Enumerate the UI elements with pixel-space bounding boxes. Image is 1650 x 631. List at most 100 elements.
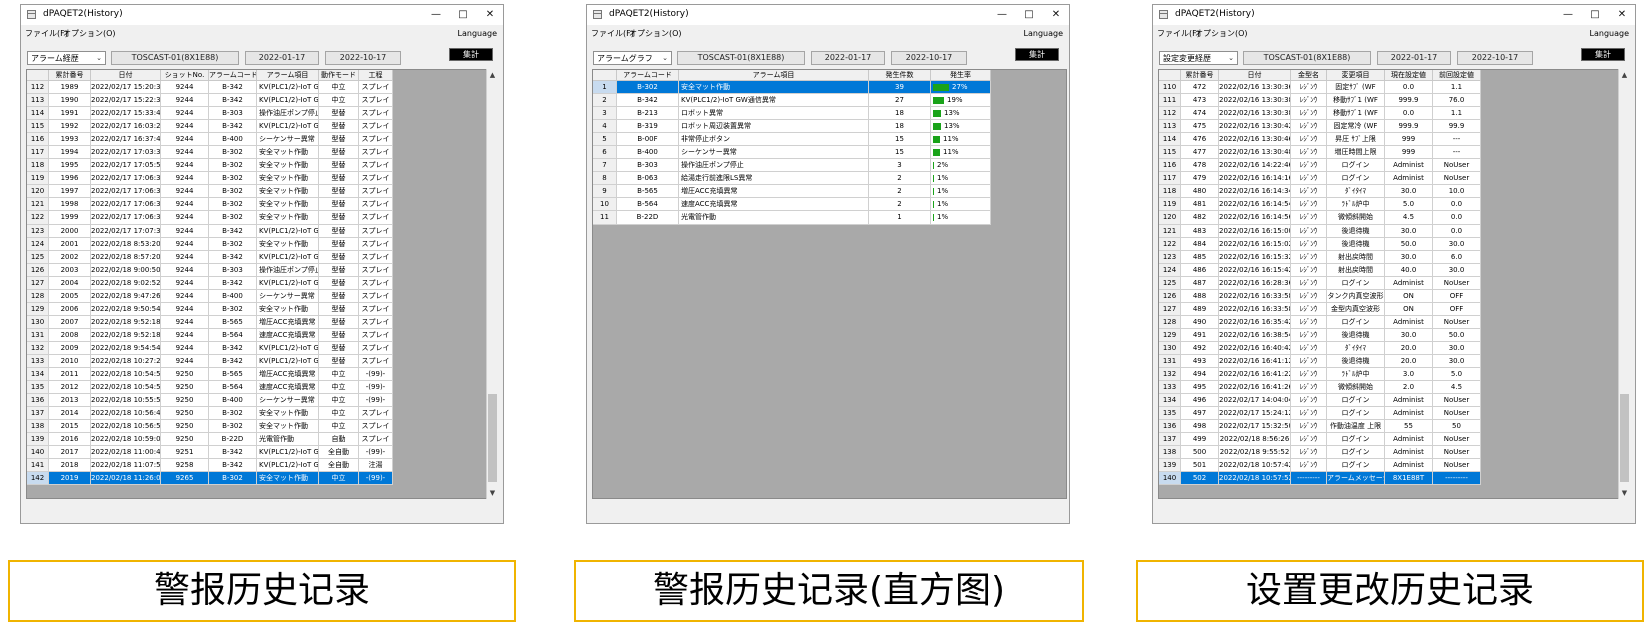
- table-row[interactable]: 116 478 2022/02/16 14:22:46 ﾚｼﾞﾝｳ ログイン Admini…: [1159, 159, 1623, 173]
- table-row[interactable]: 113 1990 2022/02/17 15:22:32 9244 B-342 KV(PL…: [27, 94, 491, 108]
- table-row[interactable]: 123 485 2022/02/16 16:15:32 ﾚｼﾞﾝｳ 射出戻時間 30.0 6…: [1159, 250, 1623, 264]
- selected-table-row[interactable]: 140 502 2022/02/18 10:57:52 --------- アラームメッ…: [1159, 472, 1623, 486]
- table-row[interactable]: 116 1993 2022/02/17 16:37:40 9244 B-400 シーケンサ…: [27, 133, 491, 147]
- table-row[interactable]: 127 2004 2022/02/18 9:02:52 9244 B-342 KV(PLC…: [27, 276, 491, 290]
- selected-table-row[interactable]: 142 2019 2022/02/18 11:26:06 9265 B-302 安全マット…: [27, 472, 491, 486]
- menu-options[interactable]: オプション(O): [629, 28, 682, 39]
- column-header[interactable]: 前回設定値: [1433, 70, 1481, 81]
- settings-history-table[interactable]: 累計番号 日付 金型名 変更項目 現在設定値 前回設定値 110 472 2022/02/16 …: [1158, 69, 1624, 499]
- table-row[interactable]: 134 2011 2022/02/18 10:54:56 9250 B-565 増圧ACC…: [27, 368, 491, 382]
- table-row[interactable]: 121 1998 2022/02/17 17:06:34 9244 B-302 安全マット…: [27, 198, 491, 212]
- column-header[interactable]: 現在設定値: [1385, 70, 1433, 81]
- table-row[interactable]: 117 479 2022/02/16 16:14:16 ﾚｼﾞﾝｳ ログイン Admini…: [1159, 172, 1623, 186]
- minimize-icon[interactable]: —: [991, 6, 1013, 24]
- view-mode-select[interactable]: 設定変更経歴 ⌄: [1159, 51, 1238, 65]
- table-row[interactable]: 134 496 2022/02/17 14:04:04 ﾚｼﾞﾝｳ ログイン Admini…: [1159, 394, 1623, 408]
- table-row[interactable]: 113 475 2022/02/16 13:30:42 ﾚｼﾞﾝｳ 固定常冷 (WF 99…: [1159, 120, 1623, 134]
- maximize-icon[interactable]: □: [1584, 6, 1606, 24]
- table-row[interactable]: 130 492 2022/02/16 16:40:42 ﾚｼﾞﾝｳ ﾀﾞｲﾀｲﾏ 20.0…: [1159, 341, 1623, 355]
- table-row[interactable]: 111 473 2022/02/16 13:30:38 ﾚｼﾞﾝｳ 移動ｻﾌﾞ1 (WF…: [1159, 94, 1623, 108]
- table-row[interactable]: 131 493 2022/02/16 16:41:12 ﾚｼﾞﾝｳ 後退待機 20.0 30…: [1159, 354, 1623, 369]
- menu-options[interactable]: オプション(O): [1195, 28, 1248, 39]
- table-row[interactable]: 7 B-303 操作油圧ポンプ停止 3 2%: [593, 159, 1066, 173]
- table-row[interactable]: 135 2012 2022/02/18 10:54:58 9250 B-564 速度ACC…: [27, 381, 491, 395]
- column-header[interactable]: 工程: [359, 70, 393, 81]
- table-row[interactable]: 119 1996 2022/02/17 17:06:32 9244 B-302 安全マット…: [27, 172, 491, 186]
- table-row[interactable]: 121 483 2022/02/16 16:15:00 ﾚｼﾞﾝｳ 後退待機 30.0 0.…: [1159, 224, 1623, 238]
- close-icon[interactable]: ✕: [1611, 6, 1633, 24]
- column-header[interactable]: [593, 70, 617, 81]
- column-header[interactable]: アラーム項目: [257, 70, 319, 81]
- column-header[interactable]: 発生率: [931, 70, 991, 81]
- summary-button[interactable]: 集計: [449, 48, 493, 61]
- table-row[interactable]: 137 2014 2022/02/18 10:56:40 9250 B-302 安全マット…: [27, 407, 491, 421]
- table-row[interactable]: 139 501 2022/02/18 10:57:42 ﾚｼﾞﾝｳ ログイン Admini…: [1159, 459, 1623, 473]
- column-header[interactable]: 日付: [91, 70, 161, 81]
- table-row[interactable]: 112 1989 2022/02/17 15:20:38 9244 B-342 KV(PL…: [27, 81, 491, 95]
- table-row[interactable]: 11 B-22D 光電管作動 1 1%: [593, 211, 1066, 225]
- table-row[interactable]: 118 480 2022/02/16 16:14:34 ﾚｼﾞﾝｳ ﾀﾞｲﾀｲﾏ 30.0…: [1159, 185, 1623, 199]
- table-row[interactable]: 138 2015 2022/02/18 10:56:52 9250 B-302 安全マット…: [27, 420, 491, 434]
- table-row[interactable]: 118 1995 2022/02/17 17:05:50 9244 B-302 安全マット…: [27, 159, 491, 173]
- table-row[interactable]: 127 489 2022/02/16 16:33:58 ﾚｼﾞﾝｳ 金型内真空波形 ON O…: [1159, 302, 1623, 316]
- column-header[interactable]: [27, 70, 49, 81]
- alarm-history-table[interactable]: 累計番号 日付 ショットNo. アラームコード アラーム項目 動作モード 工程 112 1989…: [26, 69, 492, 499]
- column-header[interactable]: 金型名: [1291, 70, 1327, 81]
- alarm-graph-table[interactable]: アラームコード アラーム項目 発生件数 発生率 1 B-302 安全マット作動 39 27% 2 B…: [592, 69, 1067, 499]
- table-row[interactable]: 110 472 2022/02/16 13:30:36 ﾚｼﾞﾝｳ 固定ｻﾌﾞ (WF 0…: [1159, 81, 1623, 95]
- column-header[interactable]: 変更項目: [1327, 70, 1385, 81]
- table-row[interactable]: 131 2008 2022/02/18 9:52:18 9244 B-564 速度ACC充…: [27, 328, 491, 342]
- menu-options[interactable]: オプション(O): [63, 28, 116, 39]
- table-row[interactable]: 126 2003 2022/02/18 9:00:50 9244 B-303 操作油圧ポン…: [27, 263, 491, 277]
- column-header[interactable]: 累計番号: [1181, 70, 1219, 81]
- summary-button[interactable]: 集計: [1015, 48, 1059, 61]
- table-row[interactable]: 10 B-564 速度ACC充填異常 2 1%: [593, 198, 1066, 212]
- table-row[interactable]: 126 488 2022/02/16 16:33:58 ﾚｼﾞﾝｳ タンク内真空波形 ON…: [1159, 289, 1623, 303]
- table-row[interactable]: 114 1991 2022/02/17 15:33:44 9244 B-303 操作油圧ポ…: [27, 107, 491, 121]
- table-row[interactable]: 124 2001 2022/02/18 8:53:20 9244 B-302 安全マット作…: [27, 237, 491, 251]
- column-header[interactable]: アラームコード: [209, 70, 257, 81]
- column-header[interactable]: アラーム項目: [679, 70, 869, 81]
- table-row[interactable]: 3 B-213 ロボット異常 18 13%: [593, 107, 1066, 121]
- date-to-field[interactable]: 2022-10-17: [325, 51, 401, 65]
- table-row[interactable]: 129 491 2022/02/16 16:38:54 ﾚｼﾞﾝｳ 後退待機 30.0 50…: [1159, 328, 1623, 342]
- column-header[interactable]: [1159, 70, 1181, 81]
- table-row[interactable]: 140 2017 2022/02/18 11:00:42 9251 B-342 KV(PL…: [27, 446, 491, 460]
- table-row[interactable]: 112 474 2022/02/16 13:30:38 ﾚｼﾞﾝｳ 移動ｻﾌﾞ1 (WF…: [1159, 107, 1623, 121]
- vertical-scrollbar[interactable]: ▲ ▼: [1618, 69, 1630, 499]
- table-row[interactable]: 6 B-400 シーケンサー異常 15 11%: [593, 146, 1066, 160]
- table-row[interactable]: 117 1994 2022/02/17 17:03:34 9244 B-302 安全マット…: [27, 146, 491, 160]
- date-from-field[interactable]: 2022-01-17: [811, 51, 885, 65]
- column-header[interactable]: アラームコード: [617, 70, 679, 81]
- table-row[interactable]: 115 477 2022/02/16 13:30:48 ﾚｼﾞﾝｳ 増圧時間上限 999-…: [1159, 146, 1623, 160]
- table-row[interactable]: 136 498 2022/02/17 15:32:50 ﾚｼﾞﾝｳ 作動油温度 上限 55…: [1159, 420, 1623, 434]
- menu-file[interactable]: ファイル(F): [591, 28, 634, 39]
- column-header[interactable]: ショットNo.: [161, 70, 209, 81]
- maximize-icon[interactable]: □: [452, 6, 474, 24]
- menu-language[interactable]: Language: [1590, 29, 1629, 38]
- table-row[interactable]: 119 481 2022/02/16 16:14:54 ﾚｼﾞﾝｳ ﾗﾄﾞﾙ炉中 5.0 0…: [1159, 198, 1623, 212]
- scroll-down-icon[interactable]: ▼: [487, 487, 498, 499]
- table-row[interactable]: 133 495 2022/02/16 16:41:26 ﾚｼﾞﾝｳ 微傾斜開始 2.0 4.…: [1159, 381, 1623, 395]
- close-icon[interactable]: ✕: [1045, 6, 1067, 24]
- table-row[interactable]: 5 B-00F 非常停止ボタン 15 11%: [593, 133, 1066, 147]
- close-icon[interactable]: ✕: [479, 6, 501, 24]
- scroll-up-icon[interactable]: ▲: [487, 69, 498, 81]
- column-header[interactable]: 動作モード: [319, 70, 359, 81]
- table-row[interactable]: 120 1997 2022/02/17 17:06:32 9244 B-302 安全マット…: [27, 185, 491, 199]
- view-mode-select[interactable]: アラームグラフ ⌄: [593, 51, 672, 65]
- view-mode-select[interactable]: アラーム経歴 ⌄: [27, 51, 106, 65]
- table-row[interactable]: 122 1999 2022/02/17 17:06:34 9244 B-302 安全マット…: [27, 211, 491, 225]
- date-from-field[interactable]: 2022-01-17: [1377, 51, 1451, 65]
- menu-file[interactable]: ファイル(F): [1157, 28, 1200, 39]
- table-row[interactable]: 141 2018 2022/02/18 11:07:52 9258 B-342 KV(PL…: [27, 459, 491, 473]
- menu-file[interactable]: ファイル(F): [25, 28, 68, 39]
- table-row[interactable]: 128 490 2022/02/16 16:35:42 ﾚｼﾞﾝｳ ログイン Admini…: [1159, 315, 1623, 329]
- table-row[interactable]: 114 476 2022/02/16 13:30:46 ﾚｼﾞﾝｳ 昇圧 ｻﾌﾞ上限 99…: [1159, 133, 1623, 147]
- scroll-thumb[interactable]: [488, 394, 497, 482]
- summary-button[interactable]: 集計: [1581, 48, 1625, 61]
- minimize-icon[interactable]: —: [425, 6, 447, 24]
- maximize-icon[interactable]: □: [1018, 6, 1040, 24]
- table-row[interactable]: 125 2002 2022/02/18 8:57:20 9244 B-342 KV(PLC…: [27, 250, 491, 264]
- table-row[interactable]: 133 2010 2022/02/18 10:27:26 9244 B-342 KV(PL…: [27, 354, 491, 369]
